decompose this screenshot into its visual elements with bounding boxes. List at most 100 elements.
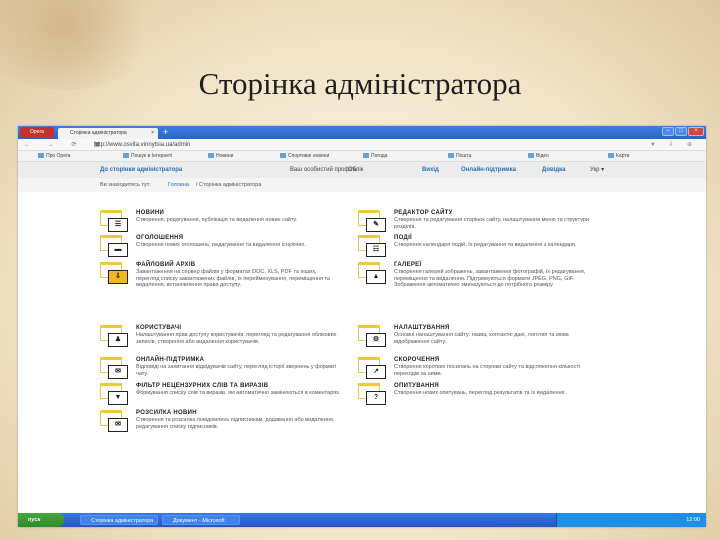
bookmark-label: Спортивні новини: [288, 153, 330, 159]
gallery-icon: ▲: [358, 262, 388, 286]
bookmark-label: Новини: [216, 153, 234, 159]
icon-glyph: ▬: [108, 243, 128, 257]
bookmark-label: Відео: [536, 153, 549, 159]
icon-glyph: ⚙: [366, 333, 386, 347]
bookmark[interactable]: Погода: [363, 151, 387, 162]
users-icon: ♟: [100, 325, 130, 349]
tab-bar: Opera Сторінка адміністратора × + – □ ×: [18, 126, 706, 139]
section-description: Створення календаря подій, їх редагуванн…: [394, 242, 577, 248]
mailing-icon: ✉: [100, 410, 130, 434]
tab-admin-page[interactable]: Сторінка адміністратора ×: [58, 128, 158, 139]
bookmark[interactable]: Карти: [608, 151, 629, 162]
section-description: Створення галерей зображень, завантаженн…: [394, 269, 586, 288]
section-description: Створення, редагування, публікація та ви…: [136, 217, 298, 223]
language-select[interactable]: Укр ▾: [590, 162, 604, 178]
section-description: Відповіді на запитання відвідувачів сайт…: [136, 364, 337, 377]
breadcrumb-current: / Сторінка адміністратора: [196, 182, 262, 188]
section-title[interactable]: ФАЙЛОВИЙ АРХІВ: [136, 262, 195, 268]
site-editor-icon: ✎: [358, 210, 388, 234]
shortlink-icon: ↗: [358, 357, 388, 381]
news-icon: ☰: [100, 210, 130, 234]
minimize-button[interactable]: –: [662, 127, 674, 136]
section-title[interactable]: КОРИСТУВАЧІ: [136, 325, 181, 331]
support-icon: ✉: [100, 357, 130, 381]
bookmark[interactable]: Пошта: [448, 151, 471, 162]
breadcrumb: Ви знаходитесь тут: Головна / Сторінка а…: [18, 178, 706, 192]
new-tab-button[interactable]: +: [163, 126, 168, 139]
poll-icon: ?: [358, 383, 388, 407]
maximize-button[interactable]: □: [675, 127, 687, 136]
bookmark[interactable]: Відео: [528, 151, 549, 162]
help-link[interactable]: Довідка: [542, 162, 566, 178]
section-title[interactable]: ГАЛЕРЕЇ: [394, 262, 421, 268]
section-description: Основні налаштування сайту: назва, конта…: [394, 332, 569, 345]
breadcrumb-prefix: Ви знаходитесь тут:: [100, 182, 151, 188]
bookmark-label: Пошук в Інтернеті: [131, 153, 173, 159]
taskbar-item[interactable]: Сторінка адміністратора: [80, 515, 158, 525]
clock: 12:00: [686, 517, 700, 523]
taskbar-item[interactable]: Документ - Microsoft Word: [162, 515, 240, 525]
section-title[interactable]: РОЗСИЛКА НОВИН: [136, 410, 197, 416]
events-icon: ☷: [358, 235, 388, 259]
section-description: Створення коротких посилань на сторінки …: [394, 364, 581, 377]
filter-icon: ▼: [100, 383, 130, 407]
bookmark[interactable]: Про Opera: [38, 151, 70, 162]
icon-glyph: ⇩: [108, 270, 128, 284]
icon-glyph: ✉: [108, 418, 128, 432]
bookmark-label: Погода: [371, 153, 388, 159]
icon-glyph: ▲: [366, 270, 386, 284]
icon-glyph: ♟: [108, 333, 128, 347]
start-button[interactable]: пуск: [18, 513, 64, 527]
bookmark[interactable]: Пошук в Інтернеті: [123, 151, 172, 162]
bookmark[interactable]: Новини: [208, 151, 233, 162]
icon-glyph: ☷: [366, 243, 386, 257]
section-description: Налаштування прав доступу користувачів, …: [136, 332, 337, 345]
window-controls: – □ ×: [662, 127, 704, 136]
breadcrumb-home-link[interactable]: Головна: [168, 178, 189, 192]
bookmark-label: Карти: [616, 153, 630, 159]
site-header: До сторінки адміністратора Ваш особистий…: [18, 162, 706, 178]
icon-glyph: ?: [366, 391, 386, 405]
section-title[interactable]: СКОРОЧЕННЯ: [394, 357, 439, 363]
bookmarks-bar: Про Opera Пошук в Інтернеті Новини Спорт…: [18, 151, 706, 162]
admin-home-link[interactable]: До сторінки адміністратора: [100, 162, 182, 178]
slide-title: Сторінка адміністратора: [198, 66, 522, 101]
close-window-button[interactable]: ×: [688, 127, 704, 136]
settings-icon: ⚙: [358, 325, 388, 349]
section-title[interactable]: НОВИНИ: [136, 210, 164, 216]
section-description: Створення нових опитувань, перегляд резу…: [394, 390, 567, 396]
announcement-icon: ▬: [100, 235, 130, 259]
section-description: Формування списку слів та виразів, які а…: [136, 390, 341, 396]
file-archive-icon: ⇩: [100, 262, 130, 286]
section-description: Створення нових оголошень, редагування т…: [136, 242, 306, 248]
icon-glyph: ↗: [366, 365, 386, 379]
section-description: Завантаження на сервер файлів у форматах…: [136, 269, 330, 288]
address-bar: ← → ⟳ ▦ http://www.osvita.vinnytsia.ua/a…: [18, 139, 706, 151]
opera-menu-button[interactable]: Opera: [20, 127, 54, 138]
section-title[interactable]: ОПИТУВАННЯ: [394, 383, 439, 389]
tab-title: Сторінка адміністратора: [70, 130, 127, 136]
toolbar-icons[interactable]: ♥ ⇩ ⊕: [651, 139, 698, 151]
close-tab-icon[interactable]: ×: [151, 128, 154, 139]
taskbar: пуск Сторінка адміністратора Документ - …: [18, 513, 706, 527]
browser-screenshot: Opera Сторінка адміністратора × + – □ × ←…: [18, 126, 706, 527]
bookmark-label: Пошта: [456, 153, 472, 159]
section-title[interactable]: ОГОЛОШЕННЯ: [136, 235, 183, 241]
bookmark[interactable]: Спортивні новини: [280, 151, 329, 162]
url-input[interactable]: http://www.osvita.vinnytsia.ua/admin: [94, 140, 190, 150]
user-account-link[interactable]: Облік: [348, 162, 363, 178]
icon-glyph: ▼: [108, 391, 128, 405]
icon-glyph: ✉: [108, 365, 128, 379]
section-title[interactable]: НАЛАШТУВАННЯ: [394, 325, 450, 331]
section-title[interactable]: РЕДАКТОР САЙТУ: [394, 210, 453, 216]
icon-glyph: ☰: [108, 218, 128, 232]
section-description: Створення та розсилка повідомлень підпис…: [136, 417, 335, 430]
section-title[interactable]: ПОДІЇ: [394, 235, 412, 241]
section-description: Створення та редагування сторінок сайту,…: [394, 217, 590, 230]
logout-link[interactable]: Вихід: [422, 162, 439, 178]
online-support-link[interactable]: Онлайн-підтримка: [461, 162, 516, 178]
system-tray: 12:00: [556, 513, 706, 527]
icon-glyph: ✎: [366, 218, 386, 232]
section-title[interactable]: ФІЛЬТР НЕЦЕНЗУРНИХ СЛІВ ТА ВИРАЗІВ: [136, 383, 268, 389]
section-title[interactable]: ОНЛАЙН-ПІДТРИМКА: [136, 357, 204, 363]
